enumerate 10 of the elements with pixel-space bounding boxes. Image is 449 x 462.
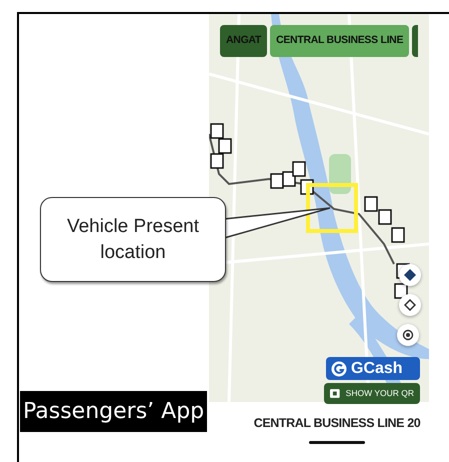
gcash-button[interactable]: GCash (326, 357, 420, 380)
route-tab[interactable]: CENTRAL BUSINESS LINE (270, 25, 410, 57)
route-title: CENTRAL BUSINESS LINE 20 (254, 415, 420, 432)
drag-handle[interactable] (309, 440, 365, 444)
caption-label: Passengers’ App (20, 391, 208, 432)
callout-bubble: Vehicle Present location (40, 197, 226, 282)
show-qr-button[interactable]: SHOW YOUR QR (324, 383, 420, 404)
ticket-icon (330, 389, 340, 398)
route-tab[interactable] (412, 25, 418, 57)
g-logo-icon (331, 360, 347, 376)
